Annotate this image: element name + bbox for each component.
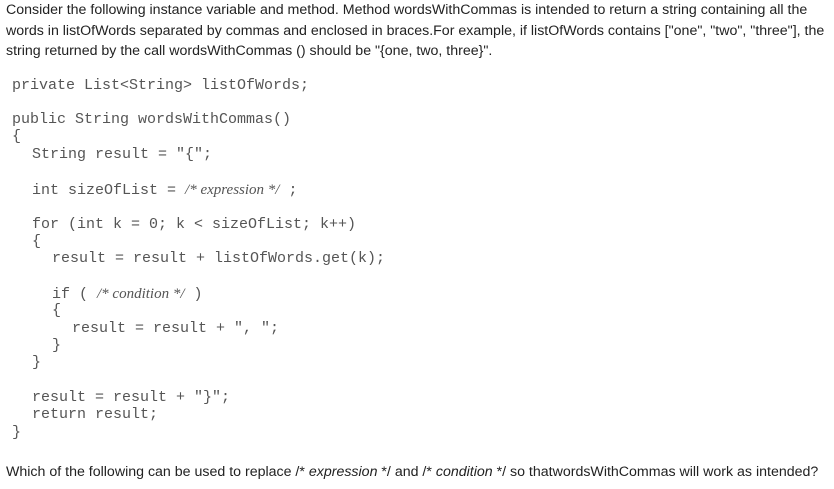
- question-intro-text: Consider the following instance variable…: [6, 2, 825, 59]
- code-line-if-statement: if ( /* condition */ ): [52, 285, 203, 304]
- code-line-open-brace: {: [12, 128, 22, 145]
- code-line-method-close-brace: }: [12, 424, 22, 441]
- code-line-append-comma: result = result + ", ";: [72, 320, 280, 337]
- code-text: if (: [52, 286, 98, 303]
- code-text: ): [184, 286, 203, 303]
- code-line-if-open-brace: {: [52, 302, 62, 319]
- code-line-append-word: result = result + listOfWords.get(k);: [52, 250, 386, 267]
- code-line-field-declaration: private List<String> listOfWords;: [12, 77, 310, 94]
- code-text: ;: [279, 182, 298, 199]
- code-line-for-loop: for (int k = 0; k < sizeOfList; k++): [32, 216, 357, 233]
- code-line-if-close-brace: }: [52, 337, 62, 354]
- question-condition-term: condition: [435, 464, 493, 480]
- question-text: Which of the following can be used to re…: [6, 464, 309, 480]
- code-block: private List<String> listOfWords; public…: [0, 0, 385, 441]
- code-line-method-signature: public String wordsWithCommas(): [12, 111, 292, 128]
- expression-comment: /* expression */: [185, 182, 280, 198]
- code-line-append-close-brace: result = result + "}";: [32, 389, 231, 406]
- question-text: */ and /*: [377, 464, 436, 480]
- question-expression-term: expression: [308, 464, 378, 480]
- code-text: int sizeOfList =: [32, 182, 186, 199]
- question-prompt: Which of the following can be used to re…: [6, 462, 818, 482]
- code-line-size-assignment: int sizeOfList = /* expression */ ;: [32, 181, 297, 200]
- code-line-return: return result;: [32, 406, 159, 423]
- code-line-for-open-brace: {: [32, 233, 42, 250]
- code-line-for-close-brace: }: [32, 354, 42, 371]
- condition-comment: /* condition */: [97, 286, 185, 302]
- code-line-result-init: String result = "{";: [32, 146, 213, 163]
- question-text: */ so thatwordsWithCommas will work as i…: [492, 464, 819, 480]
